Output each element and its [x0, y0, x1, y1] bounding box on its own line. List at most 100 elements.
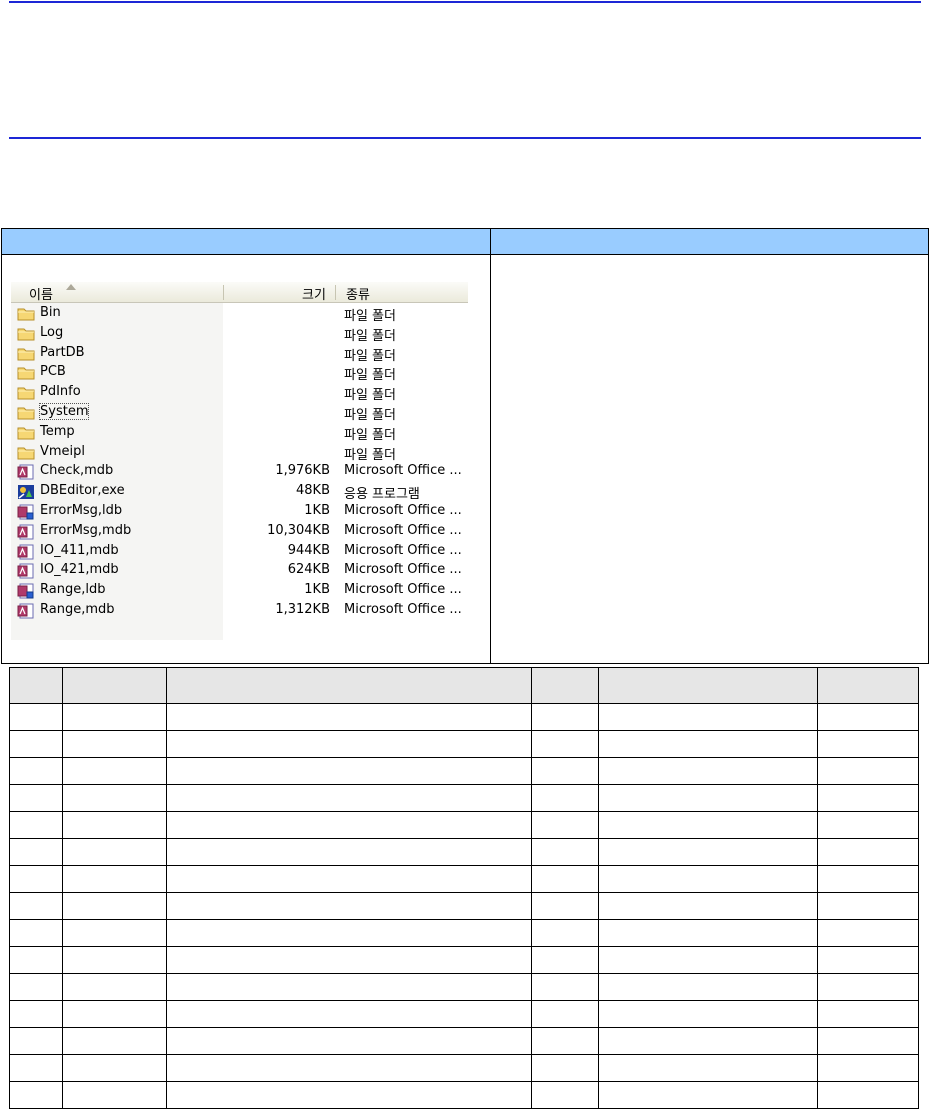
grid-cell — [598, 946, 818, 974]
grid-cell — [598, 1000, 818, 1028]
column-header-name[interactable]: 이름 — [29, 284, 53, 303]
top-rule — [9, 1, 921, 3]
grid-row — [9, 973, 919, 1001]
grid-cell — [817, 1054, 919, 1082]
grid-cell — [9, 730, 63, 758]
file-type: 파일 폴더 — [344, 328, 396, 344]
grid-cell — [166, 973, 532, 1001]
sort-ascending-icon — [66, 284, 76, 290]
grid-cell — [531, 865, 599, 893]
grid-header-cell — [166, 667, 532, 704]
file-type: Microsoft Office ... — [344, 602, 462, 617]
column-separator[interactable] — [223, 285, 224, 300]
column-header-type[interactable]: 종류 — [346, 284, 370, 303]
file-row[interactable]: System 파일 폴더 — [11, 403, 468, 423]
file-row[interactable]: PCB 파일 폴더 — [11, 363, 468, 383]
grid-cell — [9, 757, 63, 785]
grid-cell — [9, 919, 63, 947]
file-type: 응용 프로그램 — [344, 487, 420, 503]
grid-cell — [166, 919, 532, 947]
grid-row — [9, 811, 919, 839]
grid-cell — [62, 1081, 167, 1109]
file-size: 944KB — [287, 542, 330, 558]
file-row[interactable]: Log 파일 폴더 — [11, 324, 468, 344]
grid-cell — [598, 1027, 818, 1055]
folder-icon — [17, 445, 35, 461]
grid-cell — [166, 892, 532, 920]
grid-cell — [817, 730, 919, 758]
grid-cell — [531, 757, 599, 785]
file-row[interactable]: ErrorMsg,mdb 10,304KB Microsoft Office ... — [11, 522, 468, 542]
grid-cell — [817, 865, 919, 893]
file-row[interactable]: IO_421,mdb 624KB Microsoft Office ... — [11, 561, 468, 581]
folder-icon — [17, 425, 35, 441]
column-separator[interactable] — [335, 285, 336, 300]
file-row[interactable]: PartDB 파일 폴더 — [11, 344, 468, 364]
file-row[interactable]: Bin 파일 폴더 — [11, 304, 468, 324]
data-grid — [9, 667, 919, 1109]
grid-row — [9, 1000, 919, 1028]
file-size: 1,976KB — [275, 463, 330, 479]
grid-cell — [62, 946, 167, 974]
column-header-size[interactable]: 크기 — [302, 284, 326, 303]
file-row[interactable]: DBEditor,exe 48KB 응용 프로그램 — [11, 482, 468, 502]
grid-cell — [531, 1027, 599, 1055]
grid-row — [9, 757, 919, 785]
grid-header-cell — [531, 667, 599, 704]
grid-cell — [531, 811, 599, 839]
file-type: 파일 폴더 — [344, 427, 396, 443]
file-name: ErrorMsg,ldb — [40, 503, 123, 518]
grid-row — [9, 1054, 919, 1082]
file-name: Log — [40, 324, 64, 340]
grid-cell — [166, 1000, 532, 1028]
file-type: Microsoft Office ... — [344, 503, 462, 518]
grid-cell — [62, 784, 167, 812]
grid-cell — [62, 703, 167, 731]
file-row[interactable]: Temp 파일 폴더 — [11, 423, 468, 443]
grid-cell — [9, 838, 63, 866]
file-name: IO_411,mdb — [40, 542, 119, 558]
access-db-icon — [17, 563, 35, 579]
grid-cell — [9, 1081, 63, 1109]
grid-cell — [598, 811, 818, 839]
folder-icon — [17, 385, 35, 401]
file-row[interactable]: Range,ldb 1KB Microsoft Office ... — [11, 581, 468, 601]
grid-cell — [598, 784, 818, 812]
grid-cell — [531, 892, 599, 920]
file-row[interactable]: Check,mdb 1,976KB Microsoft Office ... — [11, 462, 468, 482]
file-name: DBEditor,exe — [40, 483, 125, 499]
grid-cell — [62, 757, 167, 785]
grid-cell — [598, 703, 818, 731]
column-header-bar: 이름 크기 종류 — [11, 282, 468, 303]
file-type: Microsoft Office ... — [344, 582, 462, 598]
file-row[interactable]: PdInfo 파일 폴더 — [11, 383, 468, 403]
file-size: 1,312KB — [275, 602, 330, 617]
grid-cell — [166, 703, 532, 731]
grid-cell — [9, 946, 63, 974]
access-lock-icon — [17, 504, 35, 520]
table-header-left — [2, 229, 490, 255]
grid-cell — [598, 1054, 818, 1082]
file-row[interactable]: IO_411,mdb 944KB Microsoft Office ... — [11, 542, 468, 562]
file-size: 1KB — [304, 582, 330, 598]
grid-cell — [531, 1081, 599, 1109]
file-row[interactable]: Range,mdb 1,312KB Microsoft Office ... — [11, 601, 468, 621]
file-type: 파일 폴더 — [344, 447, 396, 463]
file-row[interactable]: ErrorMsg,ldb 1KB Microsoft Office ... — [11, 502, 468, 522]
grid-cell — [817, 1081, 919, 1109]
grid-row — [9, 784, 919, 812]
grid-cell — [62, 973, 167, 1001]
grid-cell — [598, 838, 818, 866]
file-name: Temp — [40, 423, 75, 439]
grid-cell — [531, 838, 599, 866]
grid-cell — [531, 919, 599, 947]
grid-cell — [62, 1027, 167, 1055]
grid-cell — [9, 973, 63, 1001]
file-type: 파일 폴더 — [344, 309, 396, 324]
grid-cell — [817, 757, 919, 785]
file-name: System — [38, 403, 90, 420]
file-row[interactable]: Vmeipl 파일 폴더 — [11, 443, 468, 463]
grid-row — [9, 865, 919, 893]
grid-cell — [817, 838, 919, 866]
file-name: Vmeipl — [40, 443, 86, 459]
